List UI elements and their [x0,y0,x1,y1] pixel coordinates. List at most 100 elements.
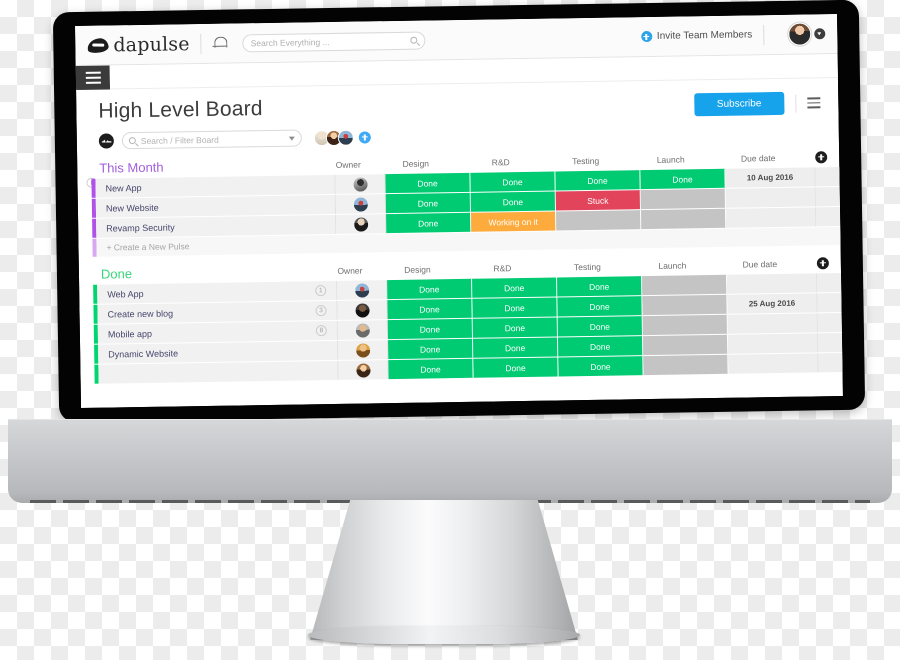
status-cell-design[interactable]: Done [386,212,472,234]
column-header-rnd[interactable]: R&D [460,262,545,273]
subscribe-button[interactable]: Subscribe [693,91,785,117]
owner-cell[interactable] [337,320,389,340]
owner-cell[interactable] [335,194,387,214]
status-cell-rnd[interactable]: Done [470,191,557,212]
column-header-owner[interactable]: Owner [323,159,373,170]
row-name-cell[interactable]: New Website [95,194,337,218]
status-cell-rnd[interactable]: Working on it [471,211,557,232]
status-cell-testing[interactable]: Done [557,316,643,337]
owner-cell[interactable] [337,280,388,300]
row-name-cell[interactable]: Create new blog 3 [97,300,338,324]
add-column-button[interactable] [815,150,828,163]
board-group-done: Done Owner Design R&D Testing Launch Due… [79,252,843,385]
hamburger-icon [85,76,101,79]
status-cell-launch[interactable] [640,188,726,210]
invite-team-members-button[interactable]: Invite Team Members [640,29,752,43]
column-header-owner[interactable]: Owner [325,265,375,276]
column-header-due-date[interactable]: Due date [715,258,805,270]
due-date-cell[interactable]: 10 Aug 2016 [725,167,816,188]
global-search-input[interactable]: Search Everything ... [242,31,426,52]
group-title[interactable]: Done [101,266,132,281]
status-cell-testing[interactable] [556,210,642,231]
group-rows: New App Done Done Done Done 10 Aug 2016 [77,167,841,257]
filter-board-input[interactable]: Search / Filter Board [121,129,302,150]
owner-cell[interactable] [337,300,388,320]
chevron-down-icon[interactable] [288,136,295,141]
status-cell-design[interactable]: Done [388,358,474,380]
status-cell-rnd[interactable]: Done [472,277,558,298]
status-cell-testing[interactable]: Done [557,336,644,357]
column-header-design[interactable]: Design [375,263,460,274]
column-header-launch[interactable]: Launch [628,154,713,165]
row-name-cell[interactable]: Web App 1 [97,280,338,304]
column-header-design[interactable]: Design [373,158,458,169]
status-cell-design[interactable]: Done [387,298,473,320]
status-cell-design[interactable]: Done [388,338,474,360]
owner-cell[interactable] [338,340,389,360]
chevron-down-icon[interactable] [814,28,826,40]
avatar [355,342,370,358]
status-cell-rnd[interactable]: Done [470,171,556,192]
status-cell-launch[interactable] [642,274,728,296]
status-cell-design[interactable]: Done [385,192,472,214]
status-cell-testing[interactable]: Done [555,170,641,191]
status-cell-launch[interactable] [641,208,727,230]
status-cell-testing[interactable]: Done [557,276,643,297]
pulse-update-count[interactable]: 1 [315,285,327,297]
pulse-name: Mobile app [107,328,152,340]
column-header-due-date[interactable]: Due date [713,152,803,164]
due-date-cell[interactable] [727,313,818,334]
due-date-cell[interactable] [725,207,817,228]
row-name-cell[interactable] [98,360,339,384]
add-column-button[interactable] [816,256,829,269]
brand-logo[interactable]: dapulse [86,33,190,57]
bell-icon[interactable] [213,35,229,51]
status-cell-launch[interactable] [643,354,729,376]
group-title[interactable]: This Month [99,160,164,176]
status-cell-rnd[interactable]: Done [472,317,558,338]
hamburger-icon [807,101,821,104]
pulse-update-count[interactable]: 8 [315,325,327,337]
add-member-button[interactable] [358,130,371,144]
owner-cell[interactable] [335,174,386,194]
board-menu-button[interactable] [807,97,821,109]
column-header-launch[interactable]: Launch [630,259,715,270]
column-header-testing[interactable]: Testing [545,261,630,272]
status-cell-rnd[interactable]: Done [473,337,559,358]
status-cell-design[interactable]: Done [385,172,471,194]
due-date-cell[interactable] [727,333,819,354]
pulse-name [109,371,311,374]
status-cell-launch[interactable] [642,334,729,356]
status-cell-testing[interactable]: Stuck [555,190,641,211]
avatar[interactable] [337,129,354,146]
row-name-cell[interactable]: Revamp Security [96,214,337,238]
search-icon [128,137,136,145]
hamburger-icon [85,81,101,84]
avatar[interactable] [788,22,812,46]
due-date-cell[interactable] [728,353,819,374]
hamburger-icon [807,106,821,109]
status-cell-rnd[interactable]: Done [472,297,558,318]
board-group-this-month: This Month Owner Design R&D Testing Laun… [77,146,841,257]
status-cell-launch[interactable] [642,314,728,336]
owner-cell[interactable] [338,360,389,380]
row-name-cell[interactable]: New App [95,174,336,198]
owner-cell[interactable] [336,214,387,234]
sidebar-toggle-button[interactable] [75,65,111,91]
status-cell-design[interactable]: Done [387,318,473,340]
status-cell-launch[interactable]: Done [640,168,726,190]
due-date-cell[interactable] [725,187,816,208]
monitor-screen: dapulse Search Everything ... Invite Tea… [75,14,843,408]
due-date-cell[interactable]: 25 Aug 2016 [727,293,818,314]
status-cell-testing[interactable]: Done [558,356,644,377]
status-cell-testing[interactable]: Done [557,296,643,317]
column-header-testing[interactable]: Testing [543,155,628,166]
row-name-cell[interactable]: Mobile app 8 [97,320,339,344]
status-cell-rnd[interactable]: Done [473,357,559,378]
pulse-update-count[interactable]: 3 [315,305,327,317]
column-header-rnd[interactable]: R&D [458,156,543,167]
status-cell-design[interactable]: Done [387,278,473,300]
status-cell-launch[interactable] [642,294,728,316]
due-date-cell[interactable] [727,273,818,294]
row-name-cell[interactable]: Dynamic Website [98,340,339,364]
